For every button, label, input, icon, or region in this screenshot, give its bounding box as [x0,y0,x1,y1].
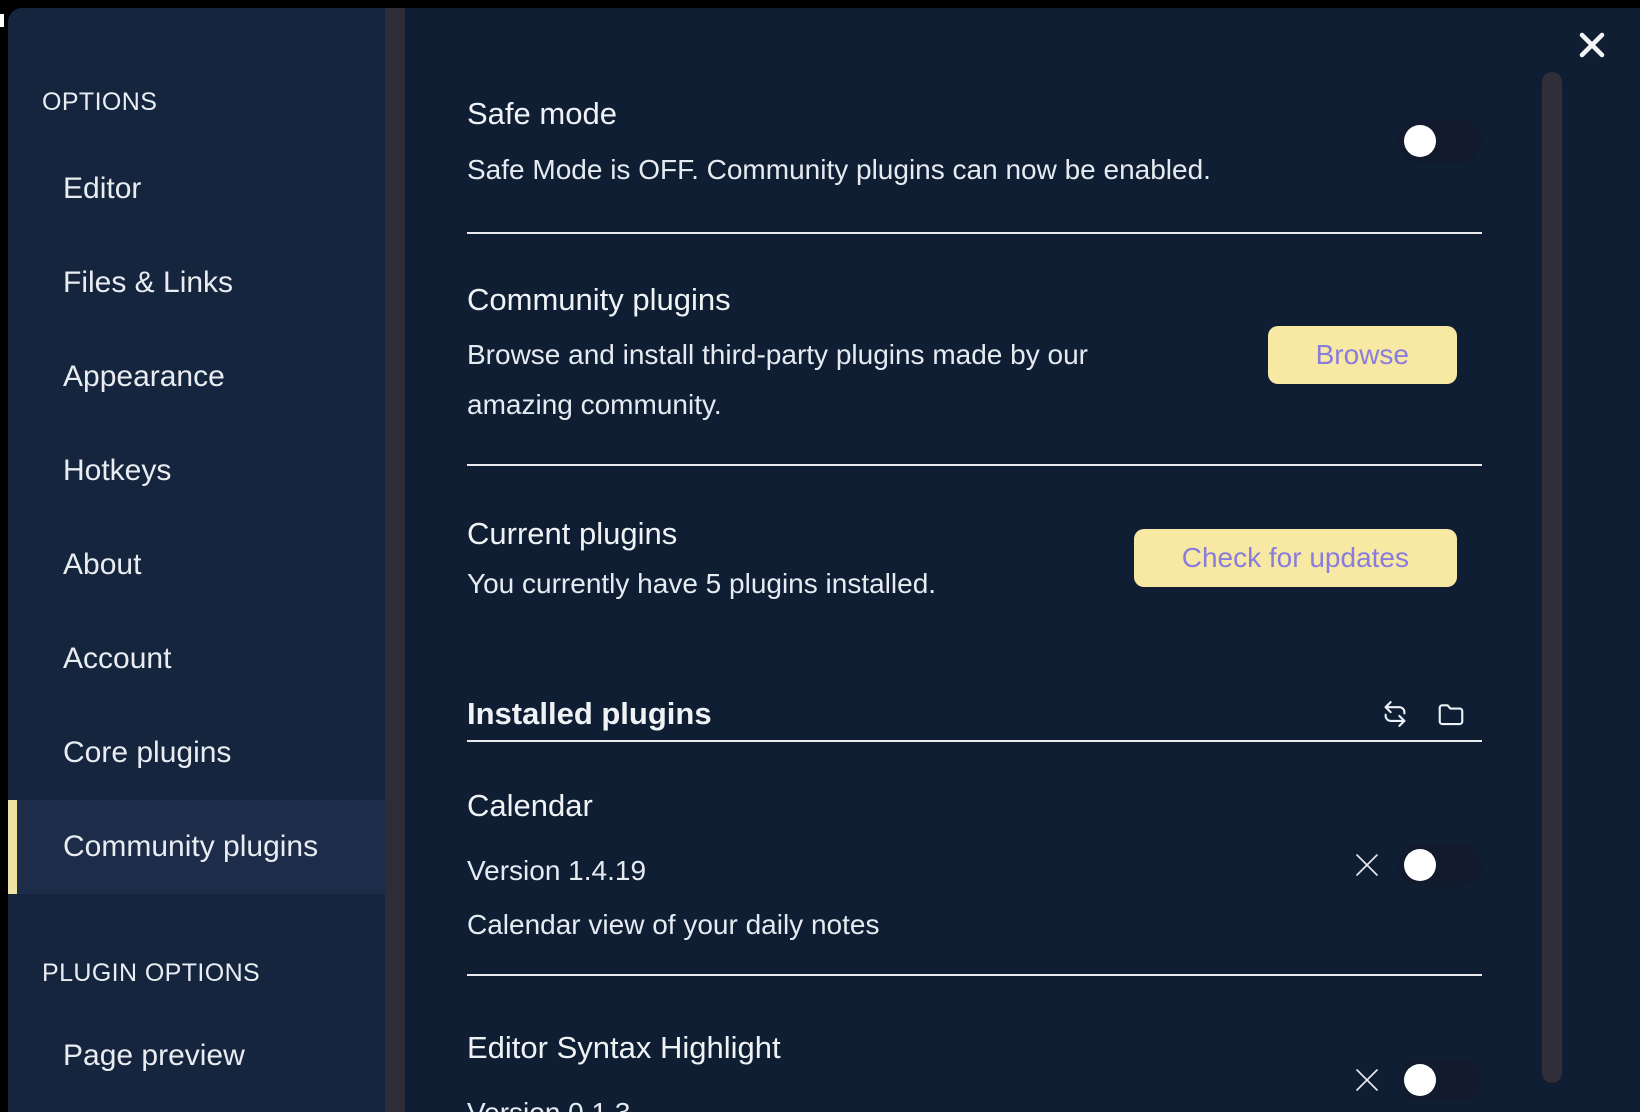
scrollbar[interactable] [1542,72,1562,1083]
close-icon[interactable] [1576,29,1608,61]
toggle-knob [1404,1064,1436,1096]
community-plugins-setting: Community plugins Browse and install thi… [467,280,1482,430]
safe-mode-description: Safe Mode is OFF. Community plugins can … [467,152,1398,188]
safe-mode-title: Safe mode [467,94,1398,134]
check-for-updates-button[interactable]: Check for updates [1134,529,1457,587]
plugin-version: Version 1.4.19 [467,852,1352,890]
sidebar-heading-plugin-options: PLUGIN OPTIONS [42,953,385,993]
plugin-row-calendar: Calendar Version 1.4.19 Calendar view of… [467,786,1482,944]
panel-separator [385,8,405,1112]
safe-mode-setting: Safe mode Safe Mode is OFF. Community pl… [467,94,1482,188]
community-plugins-description: Browse and install third-party plugins m… [467,330,1147,430]
folder-icon[interactable] [1436,699,1466,729]
sidebar-item-about[interactable]: About [8,518,385,612]
uninstall-plugin-icon[interactable] [1352,1065,1382,1095]
divider [467,232,1482,234]
toggle-knob [1404,125,1436,157]
sidebar-item-core-plugins[interactable]: Core plugins [8,706,385,800]
sidebar-item-label: Appearance [63,360,225,394]
plugin-description: Calendar view of your daily notes [467,906,1352,944]
sidebar-item-editor[interactable]: Editor [8,142,385,236]
divider [467,464,1482,466]
settings-sidebar: OPTIONS Editor Files & Links Appearance … [8,8,385,1112]
plugin-row-editor-syntax-highlight: Editor Syntax Highlight Version 0.1.3 [467,1028,1482,1112]
settings-modal: OPTIONS Editor Files & Links Appearance … [8,8,1640,1112]
sidebar-item-hotkeys[interactable]: Hotkeys [8,424,385,518]
sidebar-item-label: Files & Links [63,266,233,300]
browse-button[interactable]: Browse [1268,326,1457,384]
active-item-accent-bar [8,800,17,894]
current-plugins-title: Current plugins [467,514,1134,554]
sidebar-item-page-preview[interactable]: Page preview [8,1009,385,1103]
divider [467,740,1482,742]
toggle-knob [1404,849,1436,881]
plugin-name: Calendar [467,786,1352,826]
community-plugins-title: Community plugins [467,280,1268,320]
settings-content: Safe mode Safe Mode is OFF. Community pl… [405,8,1640,1112]
plugin-toggle-editor-syntax-highlight[interactable] [1398,1058,1482,1102]
sidebar-item-label: Editor [63,172,141,206]
plugin-version: Version 0.1.3 [467,1094,1352,1112]
sidebar-item-label: Hotkeys [63,454,171,488]
safe-mode-toggle[interactable] [1398,119,1482,163]
sidebar-item-label: Page preview [63,1039,245,1073]
clipped-edge-artifact [0,14,4,27]
current-plugins-description: You currently have 5 plugins installed. [467,566,1134,602]
installed-plugins-header: Installed plugins [467,694,1482,734]
sidebar-item-label: Account [63,642,171,676]
sidebar-item-label: Core plugins [63,736,231,770]
installed-plugins-title: Installed plugins [467,694,712,734]
plugin-toggle-calendar[interactable] [1398,843,1482,887]
sidebar-item-appearance[interactable]: Appearance [8,330,385,424]
uninstall-plugin-icon[interactable] [1352,850,1382,880]
swap-refresh-icon[interactable] [1380,699,1410,729]
sidebar-heading-options: OPTIONS [42,82,385,122]
current-plugins-setting: Current plugins You currently have 5 plu… [467,514,1482,602]
sidebar-item-label: About [63,548,141,582]
sidebar-item-files-links[interactable]: Files & Links [8,236,385,330]
sidebar-item-account[interactable]: Account [8,612,385,706]
plugin-name: Editor Syntax Highlight [467,1028,1352,1068]
sidebar-item-community-plugins[interactable]: Community plugins [8,800,385,894]
divider [467,974,1482,976]
sidebar-item-label: Community plugins [63,830,318,864]
